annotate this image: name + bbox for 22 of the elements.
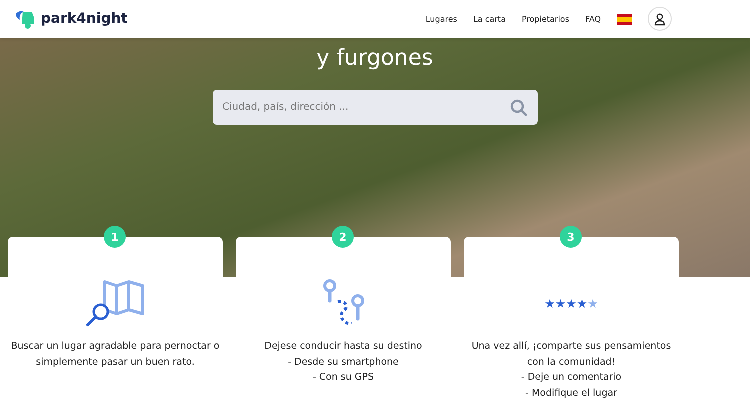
search-icon[interactable] — [510, 99, 528, 117]
nav-link[interactable]: Lugares — [426, 14, 458, 24]
star-icon: ★ — [588, 298, 598, 310]
hero-heading: y furgones — [316, 46, 434, 71]
nav-link[interactable]: FAQ — [586, 14, 601, 24]
step-description: Buscar un lugar agradable para pernoctar o simplemente pasar un buen rato. — [11, 340, 220, 370]
star-icon: ★ — [576, 298, 588, 310]
spain-flag-icon[interactable] — [617, 14, 632, 24]
step-description: Dejese conducir hasta su destino - Desde su smartphone - Con su GPS — [264, 340, 422, 385]
nav-link[interactable]: La carta — [473, 14, 506, 24]
brand-name[interactable]: park4night — [41, 11, 128, 27]
map-search-icon — [84, 280, 146, 328]
step-number-badge: 1 — [104, 226, 126, 248]
account-button[interactable] — [648, 7, 672, 31]
star-icon: ★ — [555, 298, 566, 310]
star-icon: ★ — [544, 298, 556, 310]
nav-link[interactable]: Propietarios — [522, 14, 570, 24]
step-description: Una vez allí, ¡comparte sus pensamientos con la comunidad! - Deje un comentario - Modifique el lugar — [472, 340, 672, 400]
user-icon — [654, 12, 666, 26]
star-icon: ★ — [566, 298, 577, 310]
step-number-badge: 3 — [560, 226, 582, 248]
search-field[interactable]: Ciudad, país, dirección ... — [212, 90, 538, 125]
